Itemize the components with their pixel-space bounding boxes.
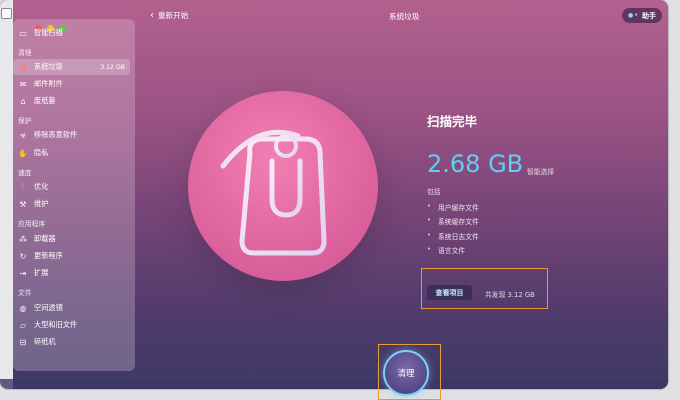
sidebar-item-mail-attachments[interactable]: ✉ 邮件附件: [13, 76, 130, 92]
top-toolbar: ‹ 重新开始 系统垃圾 ●• 助手: [135, 0, 668, 32]
bullet-dot: •: [427, 245, 432, 253]
update-icon: ↻: [19, 251, 27, 261]
sidebar-item-label: 优化: [34, 182, 49, 191]
folder-icon: ▱: [19, 320, 27, 330]
sidebar-item-label: 大型和旧文件: [34, 320, 78, 329]
restart-label: 重新开始: [158, 11, 189, 20]
sidebar-item-uninstaller[interactable]: ⁂ 卸载器: [13, 231, 130, 247]
sidebar-item-trash[interactable]: ⌂ 废纸篓: [13, 93, 130, 109]
sidebar-item-system-junk[interactable]: ● 系统垃圾 3.12 GB: [13, 59, 130, 75]
sidebar-item-optimization[interactable]: ⫶ 优化: [13, 179, 130, 195]
lens-icon: ◍: [19, 303, 27, 313]
wrench-icon: ⚒: [19, 199, 27, 209]
includes-label: 包括: [427, 188, 441, 196]
restart-button[interactable]: ‹ 重新开始: [150, 10, 188, 21]
junk-size-value: 2.68 GB: [427, 150, 524, 178]
sidebar-item-label: 卸载器: [34, 234, 56, 243]
app-window: ▭ 智能扫描 清理 ● 系统垃圾 3.12 GB ✉ 邮件附件 ⌂ 废纸篓 保护…: [0, 0, 668, 389]
sidebar-item-label: 碎纸机: [34, 337, 56, 346]
mail-icon: ✉: [19, 79, 27, 89]
found-size-text: 共发现 3.12 GB: [485, 291, 535, 299]
sidebar-item-extensions[interactable]: ⇥ 扩展: [13, 265, 130, 281]
sliders-icon: ⫶: [22, 182, 24, 191]
system-junk-hero-icon: [188, 91, 378, 281]
smart-select-label: 智能选择: [527, 168, 555, 176]
sidebar-item-label: 邮件附件: [34, 79, 63, 88]
hand-icon: ✋: [18, 148, 28, 158]
sidebar-item-label: 维护: [34, 199, 49, 208]
chevron-left-icon: ‹: [150, 9, 154, 21]
list-item: • 语言文件: [427, 245, 465, 255]
list-item: • 系统日志文件: [427, 231, 479, 241]
uninstall-icon: ⁂: [19, 234, 27, 244]
window-checkbox-icon: [1, 8, 12, 19]
bullet-dot: •: [427, 231, 432, 239]
biohazard-icon: ☣: [19, 130, 27, 140]
list-item-text: 用户缓存文件: [438, 204, 479, 212]
sidebar-item-privacy[interactable]: ✋ 隐私: [13, 145, 130, 161]
sidebar: ▭ 智能扫描 清理 ● 系统垃圾 3.12 GB ✉ 邮件附件 ⌂ 废纸篓 保护…: [13, 19, 135, 371]
list-item-text: 系统缓存文件: [438, 218, 479, 226]
sidebar-item-label: 更新程序: [34, 251, 63, 260]
sidebar-item-label: 空间透镜: [34, 303, 63, 312]
bullet-dot: •: [427, 202, 432, 210]
sidebar-item-shredder[interactable]: ⊟ 碎纸机: [13, 334, 130, 350]
monitor-icon: ▭: [19, 28, 27, 38]
bin-icon: ⌂: [20, 96, 26, 106]
section-header-files: 文件: [18, 289, 32, 297]
section-header-clean: 清理: [18, 49, 32, 57]
background-window-edge: [0, 0, 13, 389]
trash-icon: ●: [19, 62, 27, 72]
sidebar-item-large-old-files[interactable]: ▱ 大型和旧文件: [13, 317, 130, 333]
assistant-label: 助手: [642, 11, 657, 20]
sidebar-item-smart-scan[interactable]: ▭ 智能扫描: [13, 25, 130, 41]
list-item: • 用户缓存文件: [427, 202, 479, 212]
sidebar-item-label: 废纸篓: [34, 96, 56, 105]
shredder-icon: ⊟: [19, 337, 27, 347]
assistant-button[interactable]: ●• 助手: [622, 8, 662, 23]
list-item-text: 系统日志文件: [438, 233, 479, 241]
sidebar-item-label: 移除恶意软件: [34, 130, 78, 139]
sidebar-item-label: 智能扫描: [34, 28, 63, 37]
sidebar-item-label: 扩展: [34, 268, 49, 277]
sidebar-item-updater[interactable]: ↻ 更新程序: [13, 248, 130, 264]
extension-icon: ⇥: [19, 268, 27, 278]
list-item: • 系统缓存文件: [427, 216, 479, 226]
sidebar-item-malware-removal[interactable]: ☣ 移除恶意软件: [13, 127, 130, 143]
scan-complete-title: 扫描完毕: [427, 114, 478, 129]
section-header-applications: 应用程序: [18, 220, 46, 228]
section-header-speed: 速度: [18, 169, 32, 177]
sidebar-item-label: 隐私: [34, 148, 49, 157]
section-header-protect: 保护: [18, 117, 32, 125]
sidebar-item-size: 3.12 GB: [100, 63, 125, 71]
clean-button[interactable]: 清理: [383, 350, 429, 396]
window-title: 系统垃圾: [389, 12, 420, 21]
tag-icon: [220, 129, 327, 256]
review-items-button[interactable]: 查看项目: [427, 285, 472, 300]
assistant-dots-icon: ●•: [627, 12, 640, 19]
sidebar-item-label: 系统垃圾: [34, 62, 63, 71]
list-item-text: 语言文件: [438, 247, 466, 255]
bullet-dot: •: [427, 216, 432, 224]
sidebar-item-space-lens[interactable]: ◍ 空间透镜: [13, 300, 130, 316]
sidebar-item-maintenance[interactable]: ⚒ 维护: [13, 196, 130, 212]
